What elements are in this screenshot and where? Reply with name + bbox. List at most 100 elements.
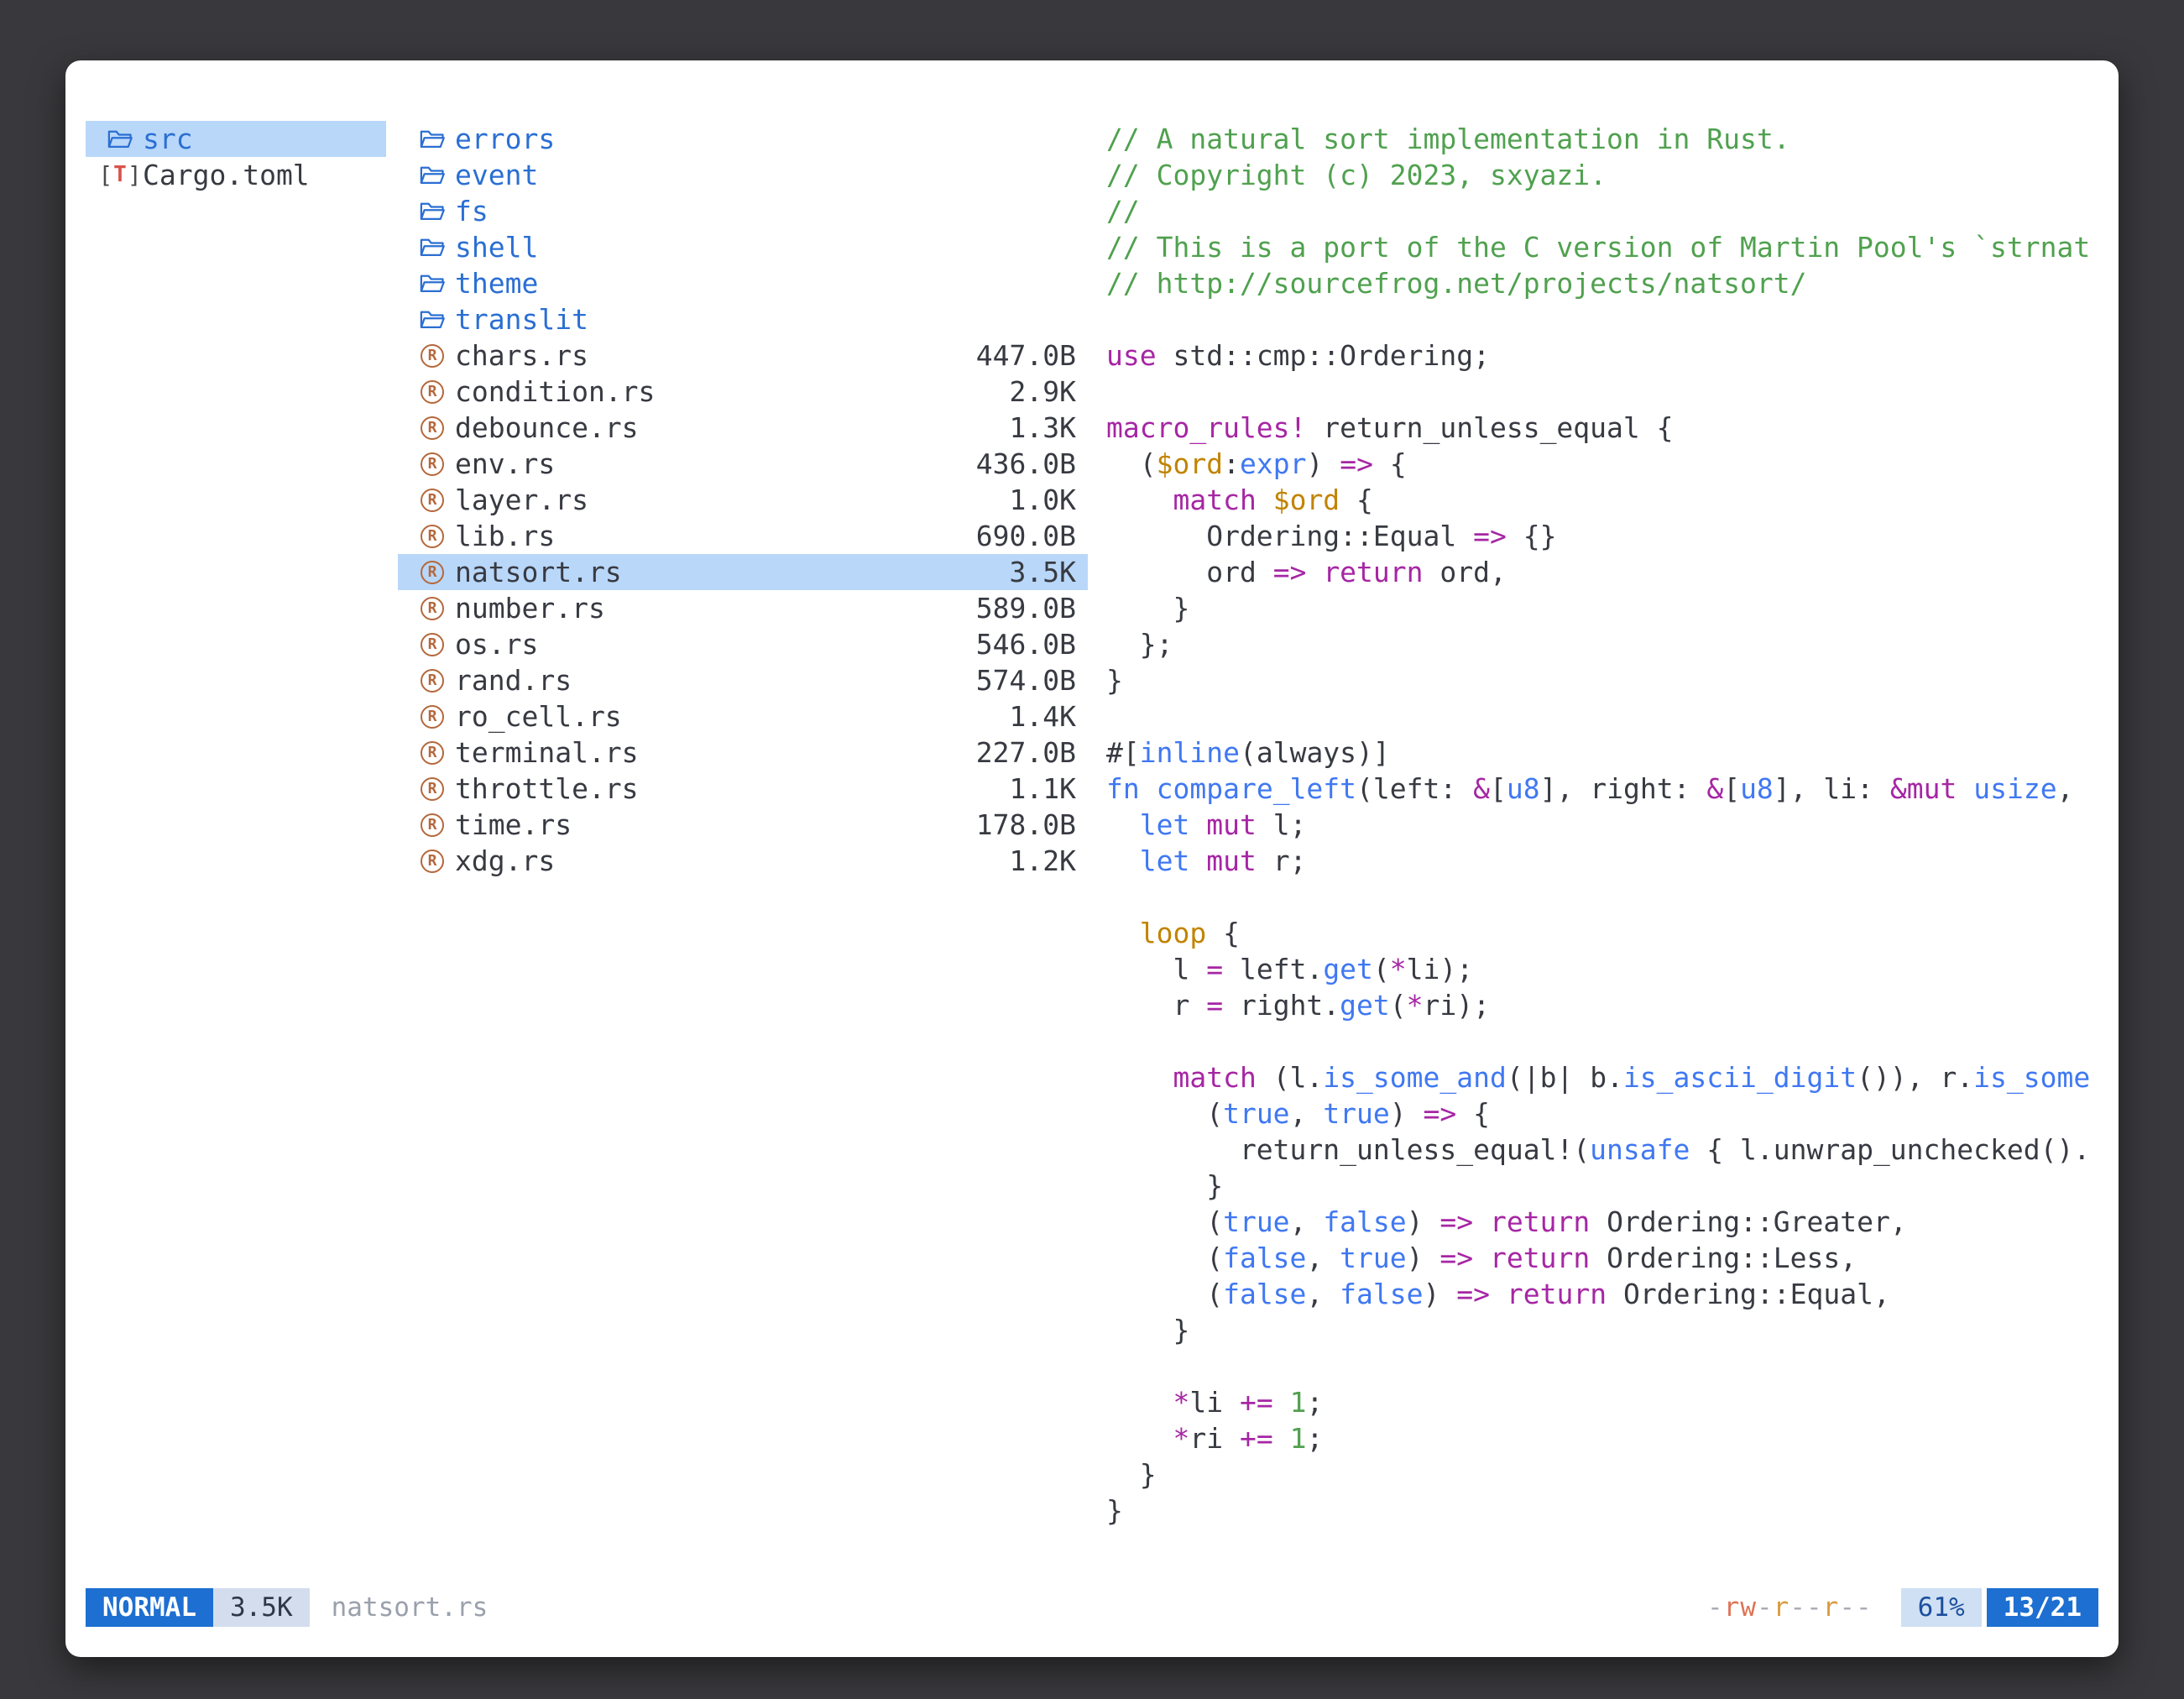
file-name: env.rs (455, 446, 555, 482)
code-line: // This is a port of the C version of Ma… (1106, 229, 2098, 265)
list-item[interactable]: Rtime.rs178.0B (398, 807, 1088, 843)
file-name: debounce.rs (455, 410, 639, 446)
rust-file-icon: R (418, 703, 447, 731)
list-item[interactable]: event (398, 157, 1088, 193)
status-bar: NORMAL 3.5K natsort.rs -rw-r--r-- 61% 13… (86, 1588, 2098, 1627)
code-line: } (1106, 1456, 2098, 1493)
file-name: xdg.rs (455, 843, 555, 879)
mode-badge: NORMAL (86, 1588, 213, 1627)
rust-file-icon: R (418, 775, 447, 803)
code-line: macro_rules! return_unless_equal { (1106, 410, 2098, 446)
status-right: -rw-r--r-- 61% 13/21 (1707, 1588, 2098, 1627)
rust-file-icon: R (418, 739, 447, 767)
list-item[interactable]: Rchars.rs447.0B (398, 337, 1088, 374)
file-name: os.rs (455, 626, 538, 662)
code-line: let mut l; (1106, 807, 2098, 843)
list-item[interactable]: Rrand.rs574.0B (398, 662, 1088, 698)
file-name: terminal.rs (455, 734, 639, 771)
folder-open-icon (418, 161, 447, 190)
file-name: layer.rs (455, 482, 588, 518)
code-line: let mut r; (1106, 843, 2098, 879)
list-item[interactable]: Rlayer.rs1.0K (398, 482, 1088, 518)
rust-file-icon: R (418, 450, 447, 478)
yazi-window: src[T]Cargo.toml errorseventfsshelltheme… (65, 60, 2119, 1657)
file-name: event (455, 157, 538, 193)
file-name: errors (455, 121, 555, 157)
file-preview-pane: // A natural sort implementation in Rust… (1106, 121, 2098, 1556)
list-item[interactable]: theme (398, 265, 1088, 301)
code-line (1106, 301, 2098, 337)
permissions-text: -rw-r--r-- (1707, 1592, 1873, 1623)
code-line: loop { (1106, 915, 2098, 951)
code-line: (false, true) => return Ordering::Less, (1106, 1240, 2098, 1276)
file-name: ro_cell.rs (455, 698, 622, 734)
file-size: 436.0B (976, 446, 1076, 482)
code-line: }; (1106, 626, 2098, 662)
code-line: return_unless_equal!(unsafe { l.unwrap_u… (1106, 1132, 2098, 1168)
list-item[interactable]: Rnumber.rs 589.0B (398, 590, 1088, 626)
list-item[interactable]: Rthrottle.rs 1.1K (398, 771, 1088, 807)
list-item[interactable]: Rdebounce.rs1.3K (398, 410, 1088, 446)
code-line: (false, false) => return Ordering::Equal… (1106, 1276, 2098, 1312)
list-item[interactable]: Rnatsort.rs3.5K (398, 554, 1088, 590)
code-line: ord => return ord, (1106, 554, 2098, 590)
code-line: (true, false) => return Ordering::Greate… (1106, 1204, 2098, 1240)
code-line (1106, 698, 2098, 734)
folder-open-icon (418, 269, 447, 298)
code-line: l = left.get(*li); (1106, 951, 2098, 987)
file-name: throttle.rs (455, 771, 639, 807)
code-line: // Copyright (c) 2023, sxyazi. (1106, 157, 2098, 193)
code-line (1106, 1348, 2098, 1384)
list-item[interactable]: translit (398, 301, 1088, 337)
list-item[interactable]: fs (398, 193, 1088, 229)
list-item[interactable]: Rterminal.rs 227.0B (398, 734, 1088, 771)
list-item[interactable]: shell (398, 229, 1088, 265)
scroll-percent-badge: 61% (1901, 1588, 1982, 1627)
code-line: *ri += 1; (1106, 1420, 2098, 1456)
list-item[interactable]: Rro_cell.rs1.4K (398, 698, 1088, 734)
list-item[interactable]: Ros.rs 546.0B (398, 626, 1088, 662)
list-item[interactable]: src (86, 121, 386, 157)
current-directory-pane: errorseventfsshellthemetranslitRchars.rs… (398, 121, 1088, 1556)
file-name: rand.rs (455, 662, 572, 698)
code-line: // (1106, 193, 2098, 229)
code-line: // A natural sort implementation in Rust… (1106, 121, 2098, 157)
rust-file-icon: R (418, 594, 447, 623)
folder-open-icon (418, 197, 447, 226)
code-line (1106, 374, 2098, 410)
rust-file-icon: R (418, 847, 447, 876)
list-item[interactable]: Rlib.rs690.0B (398, 518, 1088, 554)
code-line: } (1106, 662, 2098, 698)
file-size: 227.0B (976, 734, 1076, 771)
code-line: } (1106, 1168, 2098, 1204)
file-name: Cargo.toml (143, 157, 310, 193)
file-size: 1.1K (1010, 771, 1076, 807)
list-item[interactable]: errors (398, 121, 1088, 157)
code-line: fn compare_left(left: &[u8], right: &[u8… (1106, 771, 2098, 807)
file-size: 589.0B (976, 590, 1076, 626)
rust-file-icon: R (418, 667, 447, 695)
file-size: 1.3K (1010, 410, 1076, 446)
file-name: natsort.rs (455, 554, 622, 590)
file-size: 2.9K (1010, 374, 1076, 410)
panes-container: src[T]Cargo.toml errorseventfsshelltheme… (86, 121, 2098, 1556)
file-name: number.rs (455, 590, 605, 626)
file-name: shell (455, 229, 538, 265)
list-item[interactable]: Rcondition.rs2.9K (398, 374, 1088, 410)
list-item[interactable]: Rxdg.rs 1.2K (398, 843, 1088, 879)
code-line: } (1106, 1312, 2098, 1348)
folder-open-icon (106, 125, 134, 154)
file-size: 178.0B (976, 807, 1076, 843)
code-line: } (1106, 590, 2098, 626)
file-size: 1.2K (1010, 843, 1076, 879)
cursor-position-badge: 13/21 (1987, 1588, 2098, 1627)
code-line: use std::cmp::Ordering; (1106, 337, 2098, 374)
code-line: // http://sourcefrog.net/projects/natsor… (1106, 265, 2098, 301)
file-size: 546.0B (976, 626, 1076, 662)
code-line: (true, true) => { (1106, 1095, 2098, 1132)
rust-file-icon: R (418, 630, 447, 659)
list-item[interactable]: Renv.rs 436.0B (398, 446, 1088, 482)
file-size: 690.0B (976, 518, 1076, 554)
folder-open-icon (418, 125, 447, 154)
list-item[interactable]: [T]Cargo.toml (86, 157, 386, 193)
